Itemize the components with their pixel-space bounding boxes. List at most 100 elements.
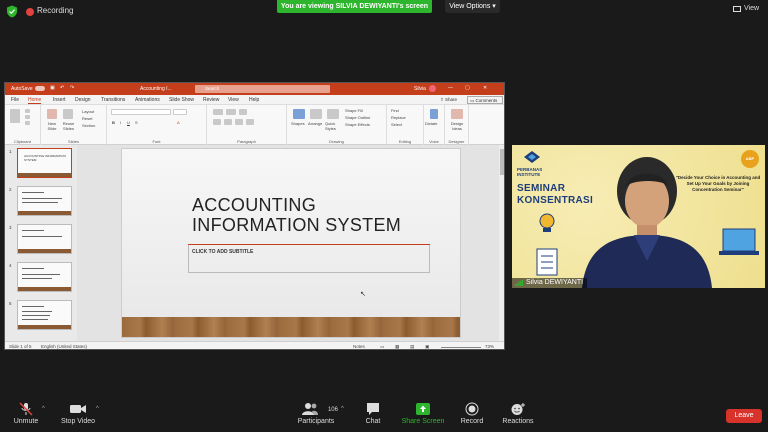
share-screen-button[interactable]: Share Screen <box>400 402 446 425</box>
slide-sorter-icon[interactable]: ▦ <box>395 344 399 349</box>
numbering-icon[interactable] <box>226 109 236 115</box>
replace-button[interactable]: Replace <box>391 115 406 120</box>
slide-thumbnail[interactable] <box>17 186 72 216</box>
align-center-icon[interactable] <box>224 119 232 125</box>
paste-icon[interactable] <box>10 109 20 123</box>
video-options-chevron-icon[interactable]: ^ <box>96 406 99 412</box>
view-options-button[interactable]: View Options ▾ <box>445 0 500 13</box>
tab-home[interactable]: Home <box>28 97 42 104</box>
slideshow-icon[interactable]: ▣ <box>425 344 429 349</box>
font-family-select[interactable] <box>111 109 171 115</box>
tab-animations[interactable]: Animations <box>135 97 160 103</box>
microphone-icon[interactable] <box>430 109 438 119</box>
slide-thumbnail[interactable] <box>17 262 72 292</box>
slide-title[interactable]: ACCOUNTING INFORMATION SYSTEM <box>192 195 452 235</box>
maximize-icon[interactable]: ▢ <box>465 85 470 91</box>
quick-styles-icon[interactable] <box>327 109 339 119</box>
cut-icon[interactable] <box>25 109 30 113</box>
reactions-label: Reactions <box>502 418 534 425</box>
unmute-button[interactable]: Unmute <box>10 402 42 425</box>
audio-options-chevron-icon[interactable]: ^ <box>42 406 45 412</box>
tab-review[interactable]: Review <box>203 97 219 103</box>
chevron-down-icon: ▾ <box>492 3 496 10</box>
leave-button[interactable]: Leave <box>726 409 762 423</box>
bullets-icon[interactable] <box>213 109 223 115</box>
tab-view[interactable]: View <box>228 97 239 103</box>
search-box[interactable]: Search <box>195 85 330 93</box>
slide-thumbnail[interactable] <box>17 224 72 254</box>
redo-icon[interactable]: ↷ <box>70 85 74 91</box>
section-button[interactable]: Section <box>82 123 95 128</box>
shape-outline-button[interactable]: Shape Outline <box>345 115 370 120</box>
new-slide-icon[interactable] <box>47 109 57 119</box>
stop-video-button[interactable]: Stop Video <box>58 402 98 425</box>
normal-view-icon[interactable]: ▭ <box>380 344 384 349</box>
indent-icon[interactable] <box>239 109 247 115</box>
tab-slide-show[interactable]: Slide Show <box>169 97 194 103</box>
reuse-slides-icon[interactable] <box>63 109 73 119</box>
arrange-label: Arrange <box>308 121 323 126</box>
current-slide[interactable]: ACCOUNTING INFORMATION SYSTEM CLICK TO A… <box>121 148 461 338</box>
tab-file[interactable]: File <box>11 97 19 103</box>
shield-icon[interactable] <box>6 5 18 18</box>
close-icon[interactable]: ✕ <box>483 85 487 91</box>
shape-fill-button[interactable]: Shape Fill <box>345 108 363 113</box>
tab-design[interactable]: Design <box>75 97 91 103</box>
participant-name: Silvia DEWIYANTI <box>526 279 584 286</box>
format-painter-icon[interactable] <box>25 121 30 125</box>
design-ideas-icon[interactable] <box>451 109 463 119</box>
layout-button[interactable]: Layout <box>82 109 94 114</box>
slide-thumbnail[interactable] <box>17 300 72 330</box>
underline-button[interactable]: U <box>127 120 130 125</box>
slide-thumbnail[interactable]: ACCOUNTING INFORMATION SYSTEM <box>17 148 72 178</box>
font-color-button[interactable]: A <box>177 120 180 125</box>
comments-button[interactable]: ▭ Comments <box>467 96 503 104</box>
copy-icon[interactable] <box>25 115 30 119</box>
bold-button[interactable]: B <box>112 120 115 125</box>
participants-options-chevron-icon[interactable]: ^ <box>341 406 344 412</box>
save-icon[interactable]: ▣ <box>50 85 55 91</box>
reset-button[interactable]: Reset <box>82 116 92 121</box>
autosave-label: AutoSave <box>11 86 33 92</box>
reading-view-icon[interactable]: ▤ <box>410 344 414 349</box>
chat-button[interactable]: Chat <box>360 402 386 425</box>
reactions-button[interactable]: Reactions <box>500 402 536 425</box>
tab-transitions[interactable]: Transitions <box>101 97 125 103</box>
subtitle-accent-line <box>188 244 430 245</box>
font-group: B I U S A Font <box>107 105 207 145</box>
comments-label: Comments <box>475 98 498 103</box>
minimize-icon[interactable]: — <box>448 85 453 91</box>
tab-help[interactable]: Help <box>249 97 259 103</box>
thumb-title: ACCOUNTING INFORMATION SYSTEM <box>24 154 66 162</box>
notes-button[interactable]: Notes <box>353 344 365 349</box>
share-icon: ⇧ <box>440 97 444 102</box>
share-button[interactable]: ⇧ Share <box>440 96 464 104</box>
strikethrough-button[interactable]: S <box>135 120 138 125</box>
select-button[interactable]: Select <box>391 122 402 127</box>
participant-video-tile[interactable]: PERBANAS INSTITUTE SEMINAR KONSENTRASI "… <box>512 145 765 288</box>
arrange-icon[interactable] <box>310 109 322 119</box>
avatar[interactable] <box>429 85 436 92</box>
shape-effects-button[interactable]: Shape Effects <box>345 122 370 127</box>
view-button[interactable]: View <box>733 5 759 12</box>
align-left-icon[interactable] <box>213 119 221 125</box>
find-button[interactable]: Find <box>391 108 399 113</box>
align-right-icon[interactable] <box>235 119 243 125</box>
stop-video-label: Stop Video <box>60 418 96 425</box>
vertical-scrollbar[interactable] <box>499 145 504 341</box>
zoom-slider[interactable] <box>441 347 481 348</box>
font-size-select[interactable] <box>173 109 187 115</box>
record-button[interactable]: Record <box>456 402 488 425</box>
participants-button[interactable]: 106 Participants <box>294 402 338 425</box>
undo-icon[interactable]: ↶ <box>60 85 64 91</box>
lightbulb-illustration-icon <box>536 213 558 276</box>
justify-icon[interactable] <box>246 119 254 125</box>
italic-button[interactable]: I <box>120 120 121 125</box>
shapes-icon[interactable] <box>293 109 305 119</box>
language-status[interactable]: English (United States) <box>41 344 87 349</box>
zoom-level[interactable]: 73% <box>485 344 494 349</box>
autosave-toggle[interactable] <box>35 86 45 91</box>
tab-insert[interactable]: Insert <box>53 97 66 103</box>
slides-group: New Slide Reuse Slides Layout Reset Sect… <box>41 105 107 145</box>
participant-name-tag: Silvia DEWIYANTI <box>512 278 588 288</box>
